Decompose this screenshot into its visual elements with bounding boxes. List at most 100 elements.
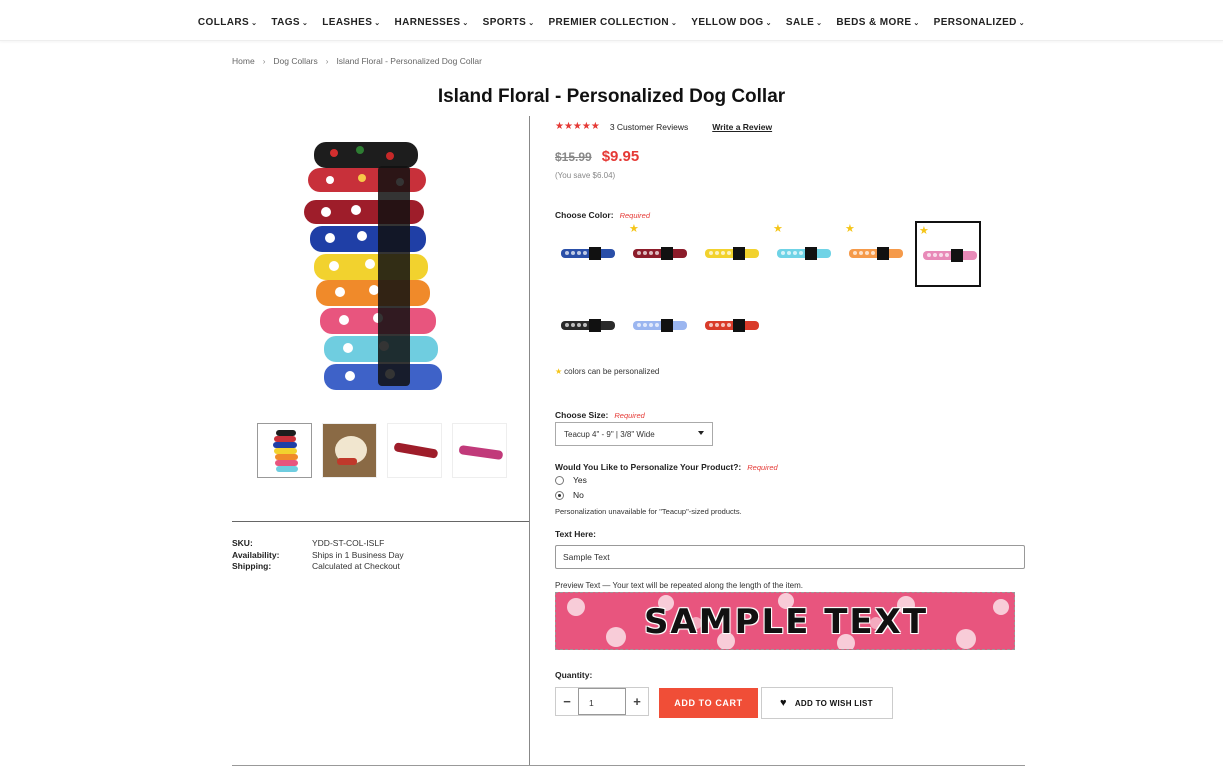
thumbnail-image bbox=[273, 430, 298, 472]
breadcrumb-separator-icon: › bbox=[262, 56, 266, 66]
minus-icon[interactable]: − bbox=[556, 694, 578, 709]
required-text: Required bbox=[614, 411, 645, 420]
collar-swatch-image bbox=[633, 319, 687, 332]
personalizable-star-icon: ★ bbox=[845, 223, 855, 235]
nav-item-sports[interactable]: SPORTS ⌄ bbox=[476, 17, 542, 28]
nav-item-tags[interactable]: TAGS ⌄ bbox=[264, 17, 315, 28]
specs-divider bbox=[232, 521, 529, 522]
collar-swatch-image bbox=[561, 319, 615, 332]
chevron-down-icon: ⌄ bbox=[816, 19, 823, 27]
chevron-down-icon: ⌄ bbox=[462, 19, 469, 27]
personalizable-star-icon: ★ bbox=[629, 223, 639, 235]
personalize-no-option[interactable]: No bbox=[555, 490, 584, 500]
thumbnail-image bbox=[394, 442, 438, 459]
radio-no-label: No bbox=[573, 490, 584, 500]
page-title: Island Floral - Personalized Dog Collar bbox=[437, 86, 786, 107]
personalizable-note-text: colors can be personalized bbox=[564, 367, 660, 376]
breadcrumb: Home › Dog Collars › Island Floral - Per… bbox=[232, 56, 482, 66]
nav-item-label: TAGS bbox=[271, 17, 300, 28]
nav-item-leashes[interactable]: LEASHES ⌄ bbox=[315, 17, 387, 28]
old-price: $15.99 bbox=[555, 150, 592, 164]
required-text: Required bbox=[619, 211, 650, 220]
nav-item-personalized[interactable]: PERSONALIZED ⌄ bbox=[927, 17, 1032, 28]
personalizable-note: ★ colors can be personalized bbox=[555, 367, 659, 376]
nav-item-beds-more[interactable]: BEDS & MORE ⌄ bbox=[829, 17, 926, 28]
add-to-wish-list-button[interactable]: ♥ ADD TO WISH LIST bbox=[761, 687, 893, 719]
product-specs: SKU: YDD-ST-COL-ISLF Availability: Ships… bbox=[232, 538, 404, 573]
personalization-text-input[interactable] bbox=[555, 545, 1025, 569]
spec-value: YDD-ST-COL-ISLF bbox=[312, 538, 385, 548]
star-icon: ★ bbox=[555, 367, 563, 376]
breadcrumb-home[interactable]: Home bbox=[232, 56, 255, 66]
personalize-label: Would You Like to Personalize Your Produ… bbox=[555, 457, 778, 475]
size-label-text: Choose Size: bbox=[555, 410, 609, 420]
heart-icon: ♥ bbox=[780, 697, 787, 709]
radio-no[interactable] bbox=[555, 490, 564, 500]
add-to-cart-button[interactable]: ADD TO CART bbox=[659, 688, 758, 718]
nav-item-label: PERSONALIZED bbox=[933, 17, 1017, 28]
color-swatch[interactable]: ★ bbox=[627, 221, 693, 287]
quantity-stepper: − 1 + bbox=[555, 687, 649, 716]
nav-item-sale[interactable]: SALE ⌄ bbox=[779, 17, 830, 28]
wish-list-label: ADD TO WISH LIST bbox=[794, 698, 873, 708]
price-row: $15.99 $9.95 bbox=[555, 148, 639, 165]
text-preview: SAMPLE TEXT bbox=[555, 592, 1015, 650]
nav-item-label: BEDS & MORE bbox=[836, 17, 912, 28]
rating-row: ★★★★★ 3 Customer Reviews Write a Review bbox=[555, 121, 772, 132]
sale-price: $9.95 bbox=[601, 148, 640, 165]
breadcrumb-current: Island Floral - Personalized Dog Collar bbox=[336, 56, 482, 66]
chevron-down-icon: ⌄ bbox=[671, 19, 678, 27]
plus-icon[interactable]: + bbox=[626, 694, 648, 709]
nav-item-premier-collection[interactable]: PREMIER COLLECTION ⌄ bbox=[541, 17, 684, 28]
breadcrumb-separator-icon: › bbox=[325, 56, 329, 66]
nav-menu: COLLARS ⌄ TAGS ⌄ LEASHES ⌄ HARNESSES ⌄ SPORTS ⌄ PR… bbox=[0, 0, 1223, 28]
thumbnail-collar-stack[interactable] bbox=[257, 423, 312, 478]
color-swatch[interactable]: ★ bbox=[771, 221, 837, 287]
color-swatch[interactable] bbox=[699, 293, 765, 359]
spec-key: Shipping: bbox=[232, 561, 272, 571]
thumbnail-image bbox=[459, 445, 503, 460]
write-review-link[interactable]: Write a Review bbox=[712, 122, 772, 132]
main-product-image[interactable] bbox=[300, 138, 445, 396]
nav-item-label: PREMIER COLLECTION bbox=[548, 17, 669, 28]
chevron-down-icon: ⌄ bbox=[251, 19, 258, 27]
quantity-input[interactable]: 1 bbox=[578, 688, 626, 715]
spec-value: Calculated at Checkout bbox=[312, 561, 400, 571]
nav-item-label: SALE bbox=[785, 17, 815, 28]
radio-yes[interactable] bbox=[555, 475, 564, 485]
color-swatch[interactable]: ★ bbox=[843, 221, 909, 287]
chevron-down-icon: ⌄ bbox=[374, 19, 381, 27]
nav-item-collars[interactable]: COLLARS ⌄ bbox=[191, 17, 264, 28]
collar-swatch-image bbox=[705, 247, 759, 260]
personalize-label-text: Would You Like to Personalize Your Produ… bbox=[555, 462, 742, 472]
rating-stars-icon: ★★★★★ bbox=[555, 121, 600, 132]
caret-down-icon bbox=[698, 431, 704, 435]
thumbnail-dog-photo[interactable] bbox=[322, 423, 377, 478]
spec-key: SKU: bbox=[232, 538, 253, 548]
size-label: Choose Size: Required bbox=[555, 405, 645, 423]
color-swatch[interactable] bbox=[627, 293, 693, 359]
thumbnail-personalized-pink[interactable] bbox=[452, 423, 507, 478]
color-swatch[interactable] bbox=[555, 221, 621, 287]
color-swatch[interactable]: ★ bbox=[915, 221, 981, 287]
spec-row: Shipping: Calculated at Checkout bbox=[232, 561, 404, 573]
size-select[interactable]: Teacup 4" - 9" | 3/8" Wide bbox=[555, 422, 713, 446]
thumbnail-personalized-red[interactable] bbox=[387, 423, 442, 478]
spec-value: Ships in 1 Business Day bbox=[312, 549, 404, 560]
breadcrumb-dog-collars[interactable]: Dog Collars bbox=[273, 56, 317, 66]
nav-item-harnesses[interactable]: HARNESSES ⌄ bbox=[388, 17, 476, 28]
collar-stack-image bbox=[304, 142, 442, 390]
color-swatch[interactable] bbox=[699, 221, 765, 287]
radio-yes-label: Yes bbox=[573, 475, 587, 485]
personalize-yes-option[interactable]: Yes bbox=[555, 475, 587, 485]
chevron-down-icon: ⌄ bbox=[301, 19, 309, 27]
nav-item-label: LEASHES bbox=[322, 17, 373, 28]
spec-row: Availability: Ships in 1 Business Day bbox=[232, 550, 404, 562]
color-swatch[interactable] bbox=[555, 293, 621, 359]
personalizable-star-icon: ★ bbox=[919, 225, 929, 237]
reviews-count[interactable]: 3 Customer Reviews bbox=[610, 122, 688, 132]
nav-item-yellow-dog[interactable]: YELLOW DOG ⌄ bbox=[684, 17, 779, 28]
top-navigation: COLLARS ⌄ TAGS ⌄ LEASHES ⌄ HARNESSES ⌄ SPORTS ⌄ PR… bbox=[0, 0, 1223, 41]
chevron-down-icon: ⌄ bbox=[913, 19, 920, 27]
bottom-divider bbox=[232, 765, 1025, 766]
